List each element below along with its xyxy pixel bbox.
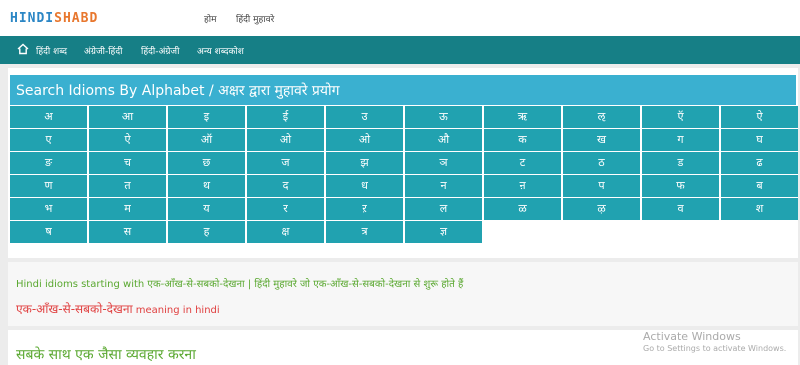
watermark-subtitle: Go to Settings to activate Windows. — [643, 344, 787, 353]
alphabet-letter-button[interactable]: छ — [168, 152, 245, 174]
alphabet-letter-button[interactable]: ठ — [563, 152, 640, 174]
alphabet-letter-button[interactable]: ड — [642, 152, 719, 174]
alphabet-letter-button[interactable]: उ — [326, 106, 403, 128]
top-bar: HINDISHABD होम हिंदी मुहावरे — [0, 0, 800, 36]
nav-other-dictionaries[interactable]: अन्य शब्दकोश — [197, 44, 244, 57]
alphabet-letter-button[interactable]: म — [89, 198, 166, 220]
alphabet-letter-button[interactable]: व — [642, 198, 719, 220]
alphabet-letter-button[interactable]: ग — [642, 129, 719, 151]
alphabet-letter-button[interactable]: ऩ — [484, 175, 561, 197]
meaning-label: meaning in hindi — [132, 305, 220, 316]
alphabet-letter-button[interactable]: ण — [10, 175, 87, 197]
alphabet-letter-button[interactable]: ऴ — [563, 198, 640, 220]
alphabet-letter-button[interactable]: झ — [326, 152, 403, 174]
nav-hindi-words[interactable]: हिंदी शब्द — [36, 44, 67, 57]
idiom-term: एक-आँख-से-सबको-देखना — [16, 302, 133, 316]
alphabet-letter-button[interactable]: ध — [326, 175, 403, 197]
alphabet-letter-button[interactable]: श — [721, 198, 798, 220]
main-nav-bar: हिंदी शब्द अंग्रेजी-हिंदी हिंदी-अंग्रेजी… — [0, 36, 800, 64]
alphabet-letter-button[interactable]: ङ — [10, 152, 87, 174]
panel-title: Search Idioms By Alphabet / अक्षर द्वारा… — [16, 83, 340, 99]
alphabet-letter-button[interactable]: ई — [247, 106, 324, 128]
alphabet-letter-button[interactable]: ओ — [326, 129, 403, 151]
idiom-meaning: सबके साथ एक जैसा व्यवहार करना — [16, 347, 196, 363]
nav-english-hindi[interactable]: अंग्रेजी-हिंदी — [84, 44, 122, 57]
meaning-heading: एक-आँख-से-सबको-देखना meaning in hindi — [16, 300, 220, 317]
alphabet-letter-button[interactable]: ऐ — [721, 106, 798, 128]
alphabet-letter-button[interactable]: त्र — [326, 221, 403, 243]
alphabet-letter-button[interactable]: ज्ञ — [405, 221, 482, 243]
alphabet-letter-button[interactable]: न — [405, 175, 482, 197]
alphabet-letter-button[interactable]: ख — [563, 129, 640, 151]
alphabet-letter-button[interactable]: र — [247, 198, 324, 220]
alphabet-letter-button[interactable]: ऐ — [89, 129, 166, 151]
alphabet-panel-header: Search Idioms By Alphabet / अक्षर द्वारा… — [10, 75, 796, 105]
alphabet-letter-button[interactable]: ज — [247, 152, 324, 174]
alphabet-letter-button[interactable]: ब — [721, 175, 798, 197]
alphabet-letter-button[interactable]: ञ — [405, 152, 482, 174]
alphabet-letter-button[interactable]: प — [563, 175, 640, 197]
top-nav-idioms-link[interactable]: हिंदी मुहावरे — [236, 12, 274, 25]
alphabet-letter-button[interactable]: भ — [10, 198, 87, 220]
alphabet-letter-button[interactable]: ह — [168, 221, 245, 243]
alphabet-letter-button[interactable]: य — [168, 198, 245, 220]
alphabet-letter-button[interactable]: ऑ — [168, 129, 245, 151]
logo-part-hindi: HINDI — [10, 11, 55, 26]
alphabet-letter-button[interactable]: ऊ — [405, 106, 482, 128]
alphabet-letter-button[interactable]: ढ — [721, 152, 798, 174]
logo-part-shabd: SHABD — [54, 11, 99, 26]
alphabet-letter-button[interactable]: औ — [405, 129, 482, 151]
alphabet-letter-button[interactable]: ऌ — [563, 106, 640, 128]
alphabet-letter-button[interactable]: थ — [168, 175, 245, 197]
home-icon[interactable] — [17, 43, 29, 55]
alphabet-letter-button[interactable]: ट — [484, 152, 561, 174]
alphabet-letter-button[interactable]: क्ष — [247, 221, 324, 243]
alphabet-letter-button[interactable]: ऍ — [642, 106, 719, 128]
alphabet-letter-button[interactable]: ऋ — [484, 106, 561, 128]
alphabet-letter-button[interactable]: द — [247, 175, 324, 197]
alphabet-letter-button[interactable]: ए — [10, 129, 87, 151]
alphabet-letter-button[interactable]: आ — [89, 106, 166, 128]
alphabet-letter-button[interactable]: ळ — [484, 198, 561, 220]
alphabet-letter-button[interactable]: ओ — [247, 129, 324, 151]
alphabet-letter-button[interactable]: स — [89, 221, 166, 243]
nav-hindi-english[interactable]: हिंदी-अंग्रेजी — [141, 44, 179, 57]
top-nav-home-link[interactable]: होम — [204, 12, 217, 25]
result-heading: Hindi idioms starting with एक-आँख-से-सबक… — [16, 279, 464, 290]
alphabet-letter-button[interactable]: इ — [168, 106, 245, 128]
site-logo[interactable]: HINDISHABD — [10, 11, 98, 26]
alphabet-letter-button[interactable]: ष — [10, 221, 87, 243]
alphabet-letter-button[interactable]: अ — [10, 106, 87, 128]
alphabet-letter-button[interactable]: ऱ — [326, 198, 403, 220]
alphabet-letter-button[interactable]: घ — [721, 129, 798, 151]
alphabet-letter-button[interactable]: ल — [405, 198, 482, 220]
watermark-title: Activate Windows — [643, 330, 741, 343]
alphabet-letter-button[interactable]: क — [484, 129, 561, 151]
alphabet-letter-button[interactable]: त — [89, 175, 166, 197]
alphabet-letter-button[interactable]: फ — [642, 175, 719, 197]
alphabet-letter-button[interactable]: च — [89, 152, 166, 174]
